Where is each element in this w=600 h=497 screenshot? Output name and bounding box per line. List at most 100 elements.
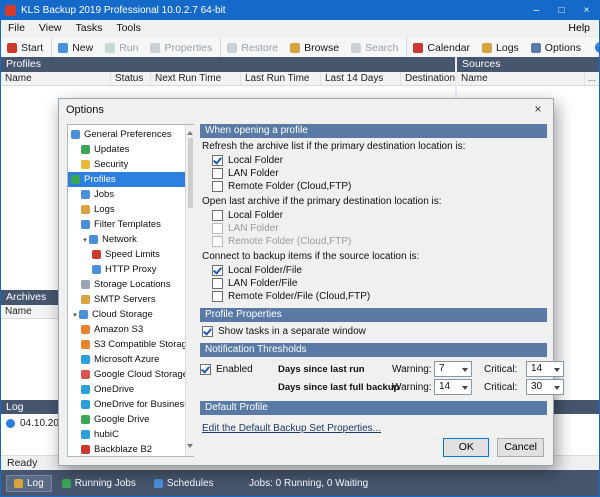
tree-item[interactable]: Backblaze B2 — [68, 442, 193, 457]
menu-item[interactable]: Tools — [109, 22, 148, 34]
azure-icon — [81, 355, 90, 364]
toolbar-button[interactable]: New — [51, 37, 99, 58]
tree-expander-icon[interactable]: ▾ — [81, 236, 89, 244]
column-header[interactable]: Next Run Time — [151, 72, 241, 85]
tree-item-label: Storage Locations — [94, 279, 171, 290]
column-header[interactable]: Name — [1, 72, 111, 85]
tree-item-label: hubiC — [94, 429, 119, 440]
checkbox[interactable] — [212, 265, 223, 276]
column-header[interactable]: Destination — [401, 72, 455, 85]
checkbox-row[interactable]: Show tasks in a separate window — [202, 325, 547, 338]
toolbar-button[interactable]: Logs — [476, 37, 525, 58]
maximize-icon[interactable]: □ — [549, 1, 574, 20]
bottom-tab[interactable]: Running Jobs — [54, 475, 144, 492]
checkbox[interactable] — [212, 278, 223, 289]
checkbox-row[interactable]: LAN Folder — [212, 167, 547, 180]
tree-item[interactable]: Microsoft Azure — [68, 352, 193, 367]
toolbar-button[interactable]: Start — [1, 37, 49, 58]
checkbox[interactable] — [212, 291, 223, 302]
toolbar-button[interactable]: Browse — [284, 37, 345, 58]
tree-item[interactable]: Filter Templates — [68, 217, 193, 232]
scroll-up-icon[interactable] — [187, 128, 193, 135]
ok-button[interactable]: OK — [443, 438, 489, 457]
options-dialog: Options × General Preferences Updates — [58, 98, 554, 466]
search-icon — [351, 43, 361, 53]
menu-item[interactable]: Tasks — [69, 22, 110, 34]
scrollbar-thumb[interactable] — [188, 138, 193, 208]
checkbox[interactable] — [212, 155, 223, 166]
close-icon[interactable]: × — [574, 1, 599, 20]
cancel-button[interactable]: Cancel — [497, 438, 544, 457]
scroll-down-icon[interactable] — [187, 444, 193, 451]
checkbox[interactable] — [212, 210, 223, 221]
checkbox[interactable] — [202, 326, 213, 337]
tree-item[interactable]: HTTP Proxy — [68, 262, 193, 277]
checkbox-row[interactable]: Local Folder — [212, 154, 547, 167]
checkbox-row[interactable]: Local Folder — [212, 209, 547, 222]
warning-days-combo[interactable]: 7 — [434, 361, 472, 377]
tree-item[interactable]: Jobs — [68, 187, 193, 202]
tree-item[interactable]: OneDrive — [68, 382, 193, 397]
warning-days-combo[interactable]: 14 — [434, 379, 472, 395]
menu-item-help[interactable]: Help — [559, 22, 599, 34]
bottom-tab[interactable]: Schedules — [146, 475, 222, 492]
dialog-close-icon[interactable]: × — [523, 99, 553, 120]
tree-item[interactable]: Amazon S3 — [68, 322, 193, 337]
column-header[interactable]: Last 14 Days — [321, 72, 401, 85]
checkbox-row[interactable]: Remote Folder/File (Cloud,FTP) — [212, 290, 547, 303]
toolbar-button[interactable]: Search — [345, 37, 404, 58]
checkbox-label: Remote Folder/File (Cloud,FTP) — [228, 291, 370, 302]
toolbar-button[interactable]: Properties — [144, 37, 218, 58]
checkbox-row[interactable]: LAN Folder — [212, 222, 547, 235]
sources-panel-header: Sources — [457, 57, 599, 72]
checkbox[interactable] — [212, 168, 223, 179]
toolbar-button-label: Logs — [496, 42, 519, 54]
checkbox-row[interactable]: Remote Folder (Cloud,FTP) — [212, 180, 547, 193]
tree-item[interactable]: Speed Limits — [68, 247, 193, 262]
toolbar-button[interactable]: Calendar — [406, 37, 476, 58]
checkbox-row[interactable]: Remote Folder (Cloud,FTP) — [212, 235, 547, 248]
minimize-icon[interactable]: – — [524, 1, 549, 20]
enabled-checkbox-row[interactable]: Enabled — [200, 363, 253, 376]
tree-item[interactable]: hubiC — [68, 427, 193, 442]
checkbox[interactable] — [212, 223, 223, 234]
tree-item[interactable]: ▾ Cloud Storage — [68, 307, 193, 322]
checkbox[interactable] — [212, 181, 223, 192]
checkbox-row[interactable]: LAN Folder/File — [212, 277, 547, 290]
help-button[interactable]: ? Help — [587, 42, 600, 54]
menu-item[interactable]: View — [32, 22, 69, 34]
tree-item[interactable]: Google Cloud Storage — [68, 367, 193, 382]
toolbar-button[interactable]: Options — [525, 37, 587, 58]
tree-item-label: Speed Limits — [105, 249, 160, 260]
tree-item[interactable]: OneDrive for Business — [68, 397, 193, 412]
tree-item[interactable]: Security — [68, 157, 193, 172]
toolbar-button[interactable]: Restore — [220, 37, 284, 58]
column-header[interactable]: Status — [111, 72, 151, 85]
column-header[interactable]: Last Run Time — [241, 72, 321, 85]
tree-item[interactable]: Storage Locations — [68, 277, 193, 292]
tree-item-label: OneDrive for Business — [94, 399, 189, 410]
column-header[interactable]: Name — [457, 72, 585, 85]
critical-days-combo[interactable]: 14 — [526, 361, 564, 377]
tree-item[interactable]: ▾ Network — [68, 232, 193, 247]
checkbox-row[interactable]: Local Folder/File — [212, 264, 547, 277]
cloud-icon — [79, 310, 88, 319]
tree-item[interactable]: SMTP Servers — [68, 292, 193, 307]
tree-item[interactable]: Logs — [68, 202, 193, 217]
tree-expander-icon[interactable]: ▾ — [71, 311, 79, 319]
critical-days-combo[interactable]: 30 — [526, 379, 564, 395]
toolbar-button[interactable]: Run — [99, 37, 144, 58]
bottom-tab[interactable]: Log — [6, 475, 52, 492]
checkbox[interactable] — [200, 364, 211, 375]
tree-scrollbar[interactable] — [185, 125, 194, 456]
tree-item[interactable]: S3 Compatible Storage — [68, 337, 193, 352]
checkbox[interactable] — [212, 236, 223, 247]
default-profile-link[interactable]: Edit the Default Backup Set Properties..… — [202, 423, 381, 434]
checkbox-label: Local Folder — [228, 210, 283, 221]
tree-item[interactable]: General Preferences — [68, 127, 193, 142]
tree-item[interactable]: Google Drive — [68, 412, 193, 427]
column-chooser-button[interactable]: ... — [585, 72, 599, 85]
tree-item[interactable]: Profiles — [68, 172, 193, 187]
menu-item[interactable]: File — [1, 22, 32, 34]
tree-item[interactable]: Updates — [68, 142, 193, 157]
